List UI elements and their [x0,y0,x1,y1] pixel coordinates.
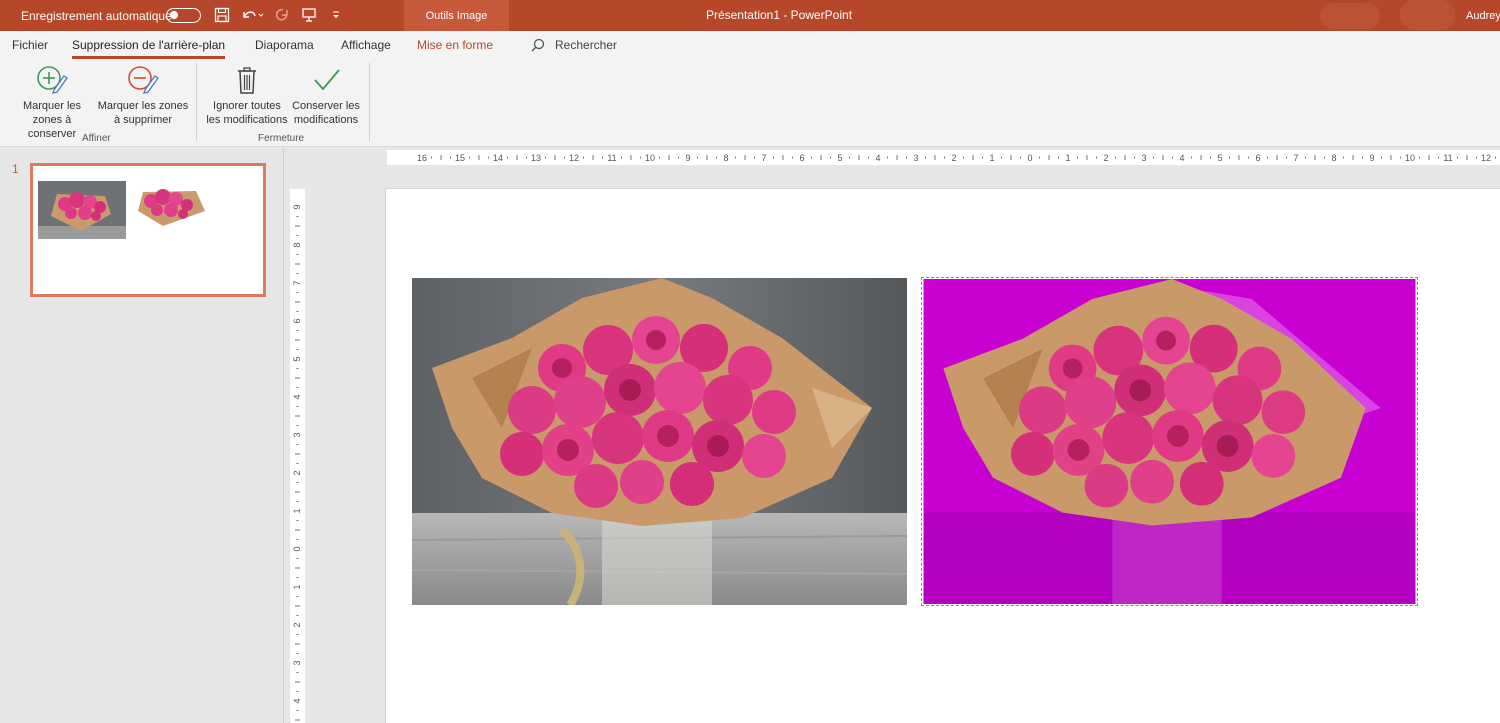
ruler-tick-label: 12 [1481,153,1491,163]
search-box[interactable]: Rechercher [531,38,617,52]
keep-changes-label: Conserver les modifications [292,100,360,126]
pencil-minus-icon [126,63,160,97]
mark-remove-label: Marquer les zones à supprimer [97,100,189,126]
slide-editor: 16 15 14 13 12 11 10 9 8 7 6 5 4 3 2 1 0 1 2 3 4 5 6 7 8 9 10 11 12 … [285,148,1500,723]
title-decoration [1320,3,1380,29]
ruler-tick-label: 0 [1027,153,1032,163]
ruler-tick-label: 2 [1103,153,1108,163]
group-separator [196,63,197,141]
ruler-tick-label: 4 [292,394,302,399]
ruler-tick-label: 4 [1179,153,1184,163]
group-label-close: Fermeture [258,133,305,144]
ribbon: Marquer les zones à conserver Marquer le… [0,59,1500,147]
tab-slideshow[interactable]: Diaporama [255,38,314,52]
discard-all-label: Ignorer toutes les modifications [206,100,288,126]
mark-remove-button[interactable]: Marquer les zones à supprimer [97,63,189,127]
discard-all-button[interactable]: Ignorer toutes les modifications [204,63,290,127]
ribbon-tabs: Fichier Suppression de l'arrière-plan Di… [0,31,1500,59]
ruler-tick-label: 1 [1065,153,1070,163]
ruler-tick-label: 10 [645,153,655,163]
ruler-tick-label: 9 [1369,153,1374,163]
checkmark-icon [309,63,343,97]
ruler-tick-label: 1 [989,153,994,163]
tab-format[interactable]: Mise en forme [417,38,493,52]
ruler-tick-label: 3 [913,153,918,163]
ruler-tick-label: 4 [875,153,880,163]
ruler-tick-label: 3 [292,432,302,437]
ruler-tick-label: 0 [292,546,302,551]
ruler-tick-label: 14 [493,153,503,163]
ruler-tick-label: 1 [292,508,302,513]
slide-number: 1 [12,162,19,176]
ruler-tick-label: 3 [292,660,302,665]
background-removal-photo[interactable] [921,277,1418,606]
ruler-tick-label: 15 [455,153,465,163]
keep-changes-button[interactable]: Conserver les modifications [290,63,362,127]
tab-file[interactable]: Fichier [12,38,48,52]
group-separator [369,63,370,141]
group-label-refine: Affiner [82,133,111,144]
ruler-tick-label: 6 [292,318,302,323]
ruler-tick-label: 5 [292,356,302,361]
ruler-tick-label: 4 [292,698,302,703]
user-name[interactable]: Audrey [1466,10,1500,22]
tab-view[interactable]: Affichage [341,38,391,52]
ruler-tick-label: 11 [607,153,616,163]
search-icon [531,38,545,52]
ruler-tick-label: 8 [292,242,302,247]
ruler-tick-label: 7 [1293,153,1298,163]
thumbnail-preview-image [38,181,205,239]
ruler-tick-label: 2 [951,153,956,163]
slide-canvas[interactable] [385,188,1500,723]
ruler-tick-label: 7 [292,280,302,285]
mark-keep-button[interactable]: Marquer les zones à conserver [8,63,96,141]
original-photo[interactable] [412,278,907,605]
vertical-ruler[interactable]: 9 8 7 6 5 4 3 2 1 0 1 2 3 4 [290,189,305,723]
ruler-tick-label: 2 [292,470,302,475]
ruler-tick-label: 6 [799,153,804,163]
title-decoration [1400,0,1455,30]
title-bar: Enregistrement automatique Outils Image … [0,0,1500,31]
ruler-tick-label: 1 [292,584,302,589]
horizontal-ruler[interactable]: 16 15 14 13 12 11 10 9 8 7 6 5 4 3 2 1 0 1 2 3 4 5 6 7 8 9 10 11 12 [387,150,1500,165]
ruler-tick-label: 5 [1217,153,1222,163]
search-label: Rechercher [555,38,618,52]
slide-thumbnail-pane: 1 [0,148,284,723]
ruler-tick-label: 16 [417,153,427,163]
ruler-tick-label: 5 [837,153,842,163]
ruler-tick-label: 7 [761,153,766,163]
ruler-tick-label: 6 [1255,153,1260,163]
ruler-tick-label: 9 [685,153,690,163]
ruler-tick-label: 12 [569,153,579,163]
ruler-tick-label: 10 [1405,153,1415,163]
ruler-tick-label: 8 [723,153,728,163]
pencil-plus-icon [35,63,69,97]
ruler-tick-label: 3 [1141,153,1146,163]
document-title: Présentation1 - PowerPoint [705,8,853,22]
tab-background-removal[interactable]: Suppression de l'arrière-plan [72,38,226,59]
ruler-tick-label: 13 [531,153,541,163]
trash-icon [230,63,264,97]
ruler-tick-label: 8 [1331,153,1336,163]
ruler-tick-label: 2 [292,622,302,627]
slide-thumbnail[interactable] [30,163,266,297]
ruler-tick-label: 9 [292,204,302,209]
ruler-tick-label: 11 [1443,153,1452,163]
